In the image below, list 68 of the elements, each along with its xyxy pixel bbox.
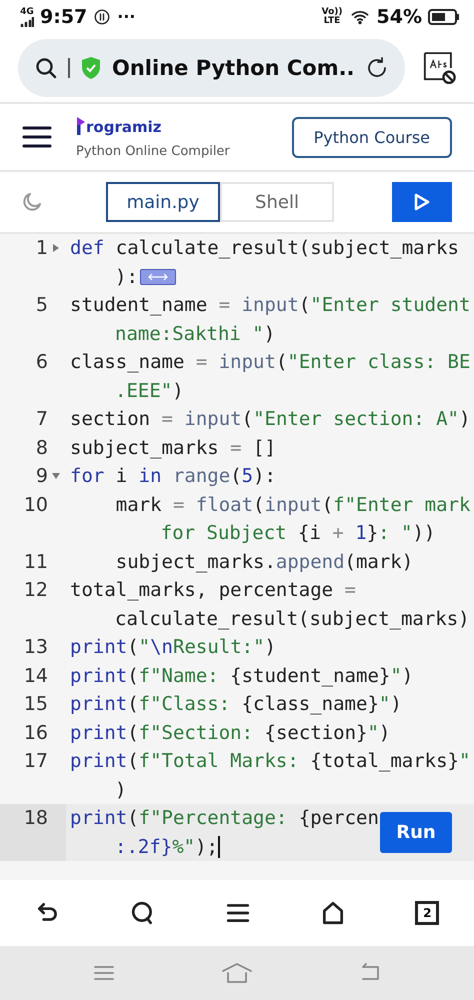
code-line: section = input("Enter section: A") bbox=[70, 407, 470, 432]
code-line: .EEE") bbox=[115, 378, 184, 404]
tab-count[interactable]: 2 bbox=[415, 901, 440, 925]
line-number: 12 bbox=[24, 578, 48, 603]
subtitle: Python Online Compiler bbox=[76, 144, 231, 158]
clock: 9:57 bbox=[40, 6, 88, 28]
battery-percent: 54% bbox=[376, 6, 422, 28]
code-line: print(f"Total Marks: {total_marks}" bbox=[70, 749, 470, 774]
lte-label: LTE bbox=[324, 17, 340, 26]
page-title: Online Python Com.. bbox=[112, 56, 355, 80]
code-line: print(f"Name: {student_name}") bbox=[70, 664, 414, 688]
code-line: subject_marks.append(mark) bbox=[114, 550, 414, 574]
notification-icon bbox=[93, 8, 112, 26]
line-number: 6 bbox=[36, 350, 48, 375]
signal-icon bbox=[20, 16, 34, 26]
code-line: for Subject {i + 1}: ")) bbox=[160, 521, 436, 546]
wifi-icon bbox=[348, 8, 371, 26]
code-line: def calculate_result(subject_marks bbox=[70, 236, 459, 261]
line-number: 1 bbox=[36, 236, 48, 261]
battery-icon bbox=[428, 9, 460, 25]
code-line: total_marks, percentage = bbox=[70, 578, 356, 603]
run-button[interactable] bbox=[392, 182, 452, 222]
line-number: 18 bbox=[24, 806, 48, 831]
line-number: 14 bbox=[24, 664, 48, 688]
code-line: mark = float(input(f"Enter mark bbox=[114, 492, 470, 518]
line-number: 13 bbox=[24, 635, 48, 660]
code-line: student_name = input("Enter student bbox=[70, 293, 470, 318]
line-number: 10 bbox=[24, 492, 48, 518]
line-number: 8 bbox=[36, 436, 48, 460]
network-label: 4G bbox=[20, 8, 34, 16]
code-line: print(f"Section: {section}") bbox=[70, 720, 390, 746]
text-cursor bbox=[218, 836, 220, 858]
code-line: calculate_result(subject_marks) bbox=[115, 606, 470, 632]
fold-icon[interactable] bbox=[52, 473, 60, 480]
code-line: print(f"Percentage: {percen bbox=[70, 806, 379, 831]
logo-text: rogramiz bbox=[86, 118, 162, 136]
course-button[interactable]: Python Course bbox=[292, 116, 452, 158]
line-number: 9 bbox=[36, 464, 48, 489]
more-label: ··· bbox=[117, 9, 136, 25]
address-bar[interactable]: Online Python Com.. bbox=[18, 39, 405, 97]
logo-icon bbox=[76, 116, 86, 136]
line-number: 15 bbox=[24, 692, 48, 717]
code-line: class_name = input("Enter class: BE bbox=[70, 350, 470, 375]
fold-icon[interactable] bbox=[53, 244, 59, 252]
shield-icon bbox=[80, 56, 102, 80]
run-button[interactable]: Run bbox=[380, 812, 452, 853]
menu-icon bbox=[22, 125, 52, 149]
home-icon bbox=[220, 961, 253, 985]
code-line: :.2f}%"); bbox=[115, 834, 218, 860]
play-icon bbox=[414, 193, 430, 211]
code-line: print(f"Class: {class_name}") bbox=[70, 692, 402, 717]
code-line: subject_marks = [] bbox=[70, 436, 276, 460]
line-number: 11 bbox=[24, 550, 48, 574]
line-number: 7 bbox=[36, 407, 48, 432]
file-tab[interactable]: Shell bbox=[220, 182, 334, 222]
folded-code-icon[interactable] bbox=[140, 268, 176, 285]
line-number: 5 bbox=[36, 293, 48, 318]
volte-label: Vo)) bbox=[322, 8, 343, 17]
file-tab[interactable]: main.py bbox=[106, 182, 220, 222]
code-line: ) bbox=[115, 778, 126, 802]
code-line: print("\nResult:") bbox=[70, 635, 276, 660]
code-line: for i in range(5): bbox=[70, 464, 276, 489]
line-number: 17 bbox=[24, 749, 48, 774]
search-icon bbox=[34, 56, 58, 80]
ad-block-icon[interactable] bbox=[422, 50, 456, 86]
code-line: ): bbox=[115, 264, 138, 290]
code-line: name:Sakthi ") bbox=[115, 322, 276, 346]
line-number: 16 bbox=[24, 720, 48, 746]
